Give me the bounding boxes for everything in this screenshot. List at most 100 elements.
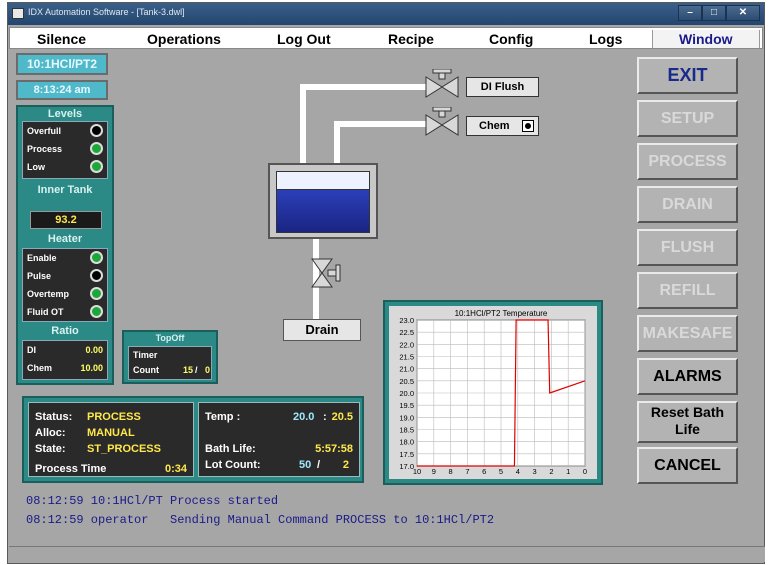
alarms-button[interactable]: ALARMS xyxy=(637,358,738,395)
ratio-di: DI 0.00 xyxy=(27,345,103,355)
flush-button[interactable]: FLUSH xyxy=(637,229,738,266)
heater-fluid-ot: Fluid OT xyxy=(23,303,107,321)
led-indicator xyxy=(90,142,103,155)
temp-value: 20.0 xyxy=(293,411,315,423)
di-flush-valve-icon[interactable] xyxy=(422,69,466,105)
ratio-chem: Chem 10.00 xyxy=(27,363,103,373)
process-button[interactable]: PROCESS xyxy=(637,143,738,180)
temperature-chart-panel: 10:1HCl/PT2 Temperature 23.0 22.5 22.0 21.5 2… xyxy=(383,300,603,485)
status-right: Temp : 20.0 : 20.5 Bath Life: 5:57:58 Lo… xyxy=(198,402,360,477)
lot-count-sep: / xyxy=(317,459,321,471)
ratio-header: Ratio xyxy=(51,325,79,337)
menu-window[interactable]: Window xyxy=(652,30,760,48)
x-tick-label: 8 xyxy=(449,467,453,476)
reset-bath-life-button[interactable]: Reset Bath Life xyxy=(637,401,738,443)
y-tick-label: 18.5 xyxy=(399,426,414,435)
x-tick-label: 2 xyxy=(549,467,553,476)
chart-title: 10:1HCl/PT2 Temperature xyxy=(455,309,548,318)
y-tick-label: 21.5 xyxy=(399,353,414,362)
refill-button[interactable]: REFILL xyxy=(637,272,738,309)
window-title: IDX Automation Software - [Tank-3.dwl] xyxy=(28,7,185,17)
chem-pipe-vertical xyxy=(334,121,340,164)
menu-log-out[interactable]: Log Out xyxy=(277,31,331,47)
lot-count-value: 50 xyxy=(299,459,312,471)
di-pipe-horizontal xyxy=(300,84,428,90)
heater-pulse: Pulse xyxy=(23,267,107,285)
makesafe-button[interactable]: MAKESAFE xyxy=(637,315,738,352)
bath-life-value: 5:57:58 xyxy=(315,443,353,455)
state-value: ST_PROCESS xyxy=(87,443,161,455)
y-tick-label: 20.5 xyxy=(399,377,414,386)
menu-bar: Silence Operations Log Out Recipe Config… xyxy=(9,27,763,49)
exit-button[interactable]: EXIT xyxy=(637,57,738,94)
process-time-value: 0:34 xyxy=(164,463,187,475)
status-panel: Status: PROCESS Alloc: MANUAL State: ST_… xyxy=(22,396,364,483)
process-time-label: Process Time xyxy=(35,463,107,475)
heater-header: Heater xyxy=(47,233,83,245)
alloc-value: MANUAL xyxy=(87,427,135,439)
chem-valve-icon[interactable] xyxy=(422,107,466,143)
drain-valve-icon[interactable] xyxy=(308,257,348,291)
tank xyxy=(268,163,378,239)
level-low: Low xyxy=(23,158,107,176)
status-label: Status: xyxy=(35,411,73,423)
y-tick-label: 23.0 xyxy=(399,316,414,325)
temp-setpoint: 20.5 xyxy=(331,411,353,423)
menu-logs[interactable]: Logs xyxy=(589,31,622,47)
event-log: 08:12:59 10:1HCl/PT Process started 08:1… xyxy=(16,489,764,549)
inner-tank-value: 93.2 xyxy=(30,211,102,229)
status-left: Status: PROCESS Alloc: MANUAL State: ST_… xyxy=(28,402,194,477)
x-tick-label: 6 xyxy=(482,467,486,476)
y-tick-label: 17.5 xyxy=(399,450,414,459)
x-tick-label: 5 xyxy=(499,467,503,476)
menu-silence[interactable]: Silence xyxy=(37,31,86,47)
led-indicator xyxy=(90,124,103,137)
temp-sep: : xyxy=(323,411,327,423)
log-line: 08:12:59 10:1HCl/PT Process started xyxy=(26,494,279,508)
status-value: PROCESS xyxy=(87,411,141,423)
x-tick-label: 7 xyxy=(465,467,469,476)
menu-config[interactable]: Config xyxy=(489,31,533,47)
tank-headspace xyxy=(276,171,370,189)
y-tick-label: 22.0 xyxy=(399,340,414,349)
led-indicator xyxy=(90,269,103,282)
y-tick-label: 20.0 xyxy=(399,389,414,398)
status-bar xyxy=(9,546,765,562)
menu-operations[interactable]: Operations xyxy=(147,31,221,47)
station-name: 10:1HCl/PT2 xyxy=(16,53,108,75)
count-label: Count xyxy=(133,365,159,375)
level-process: Process xyxy=(23,140,107,158)
led-indicator xyxy=(90,305,103,318)
left-status-panel: Levels Overfull Process Low Inner Tank 9… xyxy=(16,105,114,385)
led-indicator xyxy=(90,251,103,264)
di-pipe-vertical xyxy=(300,84,306,164)
x-tick-label: 0 xyxy=(583,467,587,476)
drain-label[interactable]: Drain xyxy=(283,319,361,341)
menu-recipe[interactable]: Recipe xyxy=(388,31,434,47)
topoff-header: TopOff xyxy=(155,333,185,343)
drain-button[interactable]: DRAIN xyxy=(637,186,738,223)
levels-header: Levels xyxy=(47,108,83,120)
x-tick-label: 10 xyxy=(413,467,421,476)
y-tick-label: 19.0 xyxy=(399,413,414,422)
temp-label: Temp : xyxy=(205,411,241,423)
heater-enable: Enable xyxy=(23,249,107,267)
log-line: 08:12:59 operator Sending Manual Command… xyxy=(26,513,495,527)
maximize-icon[interactable]: □ xyxy=(702,5,726,21)
tank-liquid xyxy=(276,189,370,233)
chem-label[interactable]: Chem xyxy=(466,116,539,136)
temperature-chart: 10:1HCl/PT2 Temperature 23.0 22.5 22.0 21.5 2… xyxy=(399,309,587,476)
count-max: 0 xyxy=(205,365,211,375)
minimize-icon[interactable]: – xyxy=(678,5,702,21)
cancel-button[interactable]: CANCEL xyxy=(637,447,738,484)
setup-button[interactable]: SETUP xyxy=(637,100,738,137)
led-indicator xyxy=(90,287,103,300)
timer-label: Timer xyxy=(133,350,158,360)
close-icon[interactable]: ✕ xyxy=(726,5,760,21)
y-tick-label: 21.0 xyxy=(399,365,414,374)
y-tick-label: 19.5 xyxy=(399,401,414,410)
di-flush-label[interactable]: DI Flush xyxy=(466,77,539,97)
y-tick-label: 18.0 xyxy=(399,438,414,447)
y-tick-label: 22.5 xyxy=(399,328,414,337)
x-tick-label: 3 xyxy=(533,467,537,476)
